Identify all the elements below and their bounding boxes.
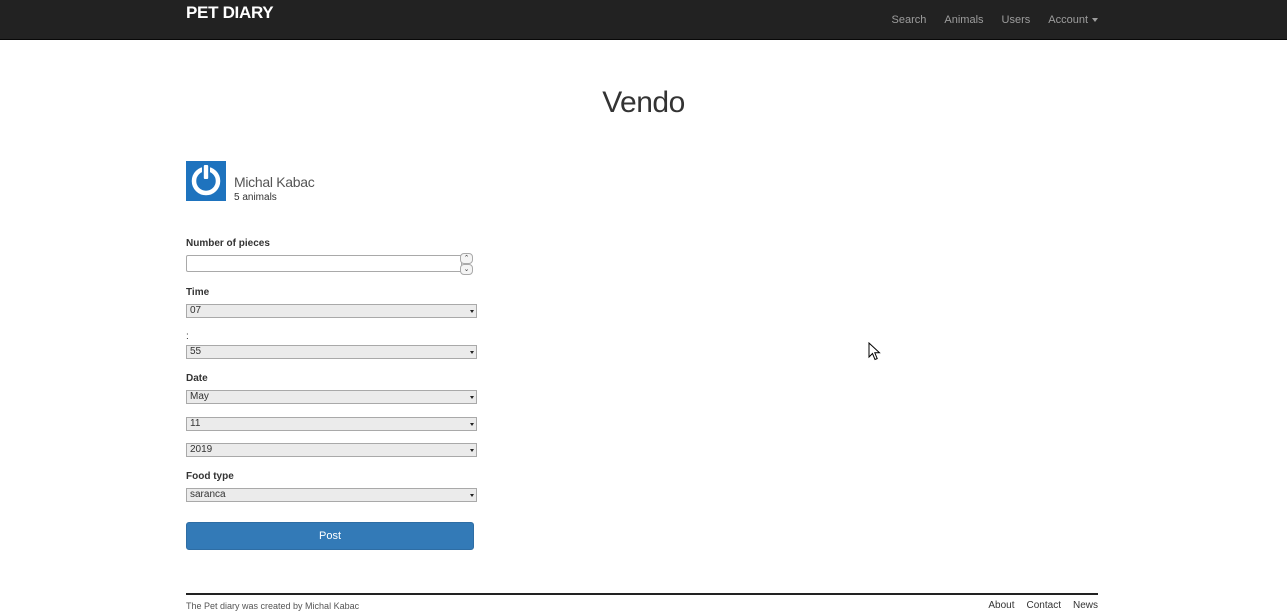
spin-down-icon[interactable]: ⌄ (460, 264, 473, 275)
day-select[interactable]: 11 (186, 417, 477, 431)
nav-links: Search Animals Users Account (883, 0, 1098, 39)
time-label: Time (186, 287, 210, 298)
hour-select[interactable]: 07 (186, 304, 477, 318)
footer-news-link[interactable]: News (1073, 600, 1098, 611)
pieces-label: Number of pieces (186, 238, 270, 249)
dropdown-arrow-icon (470, 310, 474, 313)
footer-about-link[interactable]: About (988, 600, 1014, 611)
year-value: 2019 (190, 444, 213, 455)
date-label: Date (186, 373, 208, 384)
mouse-pointer-icon (868, 341, 882, 367)
minute-select[interactable]: 55 (186, 345, 477, 359)
day-value: 11 (190, 418, 201, 429)
post-button[interactable]: Post (186, 522, 474, 550)
dropdown-arrow-icon (470, 423, 474, 426)
nav-search-link[interactable]: Search (883, 2, 936, 38)
user-animal-count: 5 animals (234, 192, 277, 203)
year-select[interactable]: 2019 (186, 443, 477, 457)
user-name-link[interactable]: Michal Kabac (234, 174, 315, 190)
hour-value: 07 (190, 305, 202, 316)
minute-value: 55 (190, 346, 202, 357)
nav-account-dropdown[interactable]: Account (1039, 2, 1098, 38)
dropdown-arrow-icon (470, 351, 474, 354)
power-icon[interactable] (186, 161, 226, 201)
spin-up-icon[interactable]: ⌃ (460, 253, 473, 264)
month-select[interactable]: May (186, 390, 477, 404)
food-type-label: Food type (186, 471, 234, 482)
dropdown-arrow-icon (470, 494, 474, 497)
top-navbar: PET DIARY Search Animals Users Account (0, 0, 1287, 40)
food-type-value: saranca (190, 489, 226, 500)
brand-logo-link[interactable]: PET DIARY (186, 3, 274, 23)
month-value: May (190, 391, 209, 402)
caret-down-icon (1092, 17, 1098, 22)
footer-divider (186, 593, 1098, 595)
footer-credit: The Pet diary was created by Michal Kaba… (186, 601, 360, 611)
nav-account-label: Account (1048, 13, 1088, 26)
food-type-select[interactable]: saranca (186, 488, 477, 502)
footer-links: About Contact News (988, 600, 1098, 611)
nav-users-link[interactable]: Users (993, 2, 1040, 38)
nav-animals-link[interactable]: Animals (935, 2, 992, 38)
dropdown-arrow-icon (470, 396, 474, 399)
dropdown-arrow-icon (470, 449, 474, 452)
time-separator: : (186, 331, 189, 342)
pieces-input[interactable] (186, 255, 462, 272)
page-title: Vendo (602, 86, 685, 119)
footer-contact-link[interactable]: Contact (1027, 600, 1061, 611)
